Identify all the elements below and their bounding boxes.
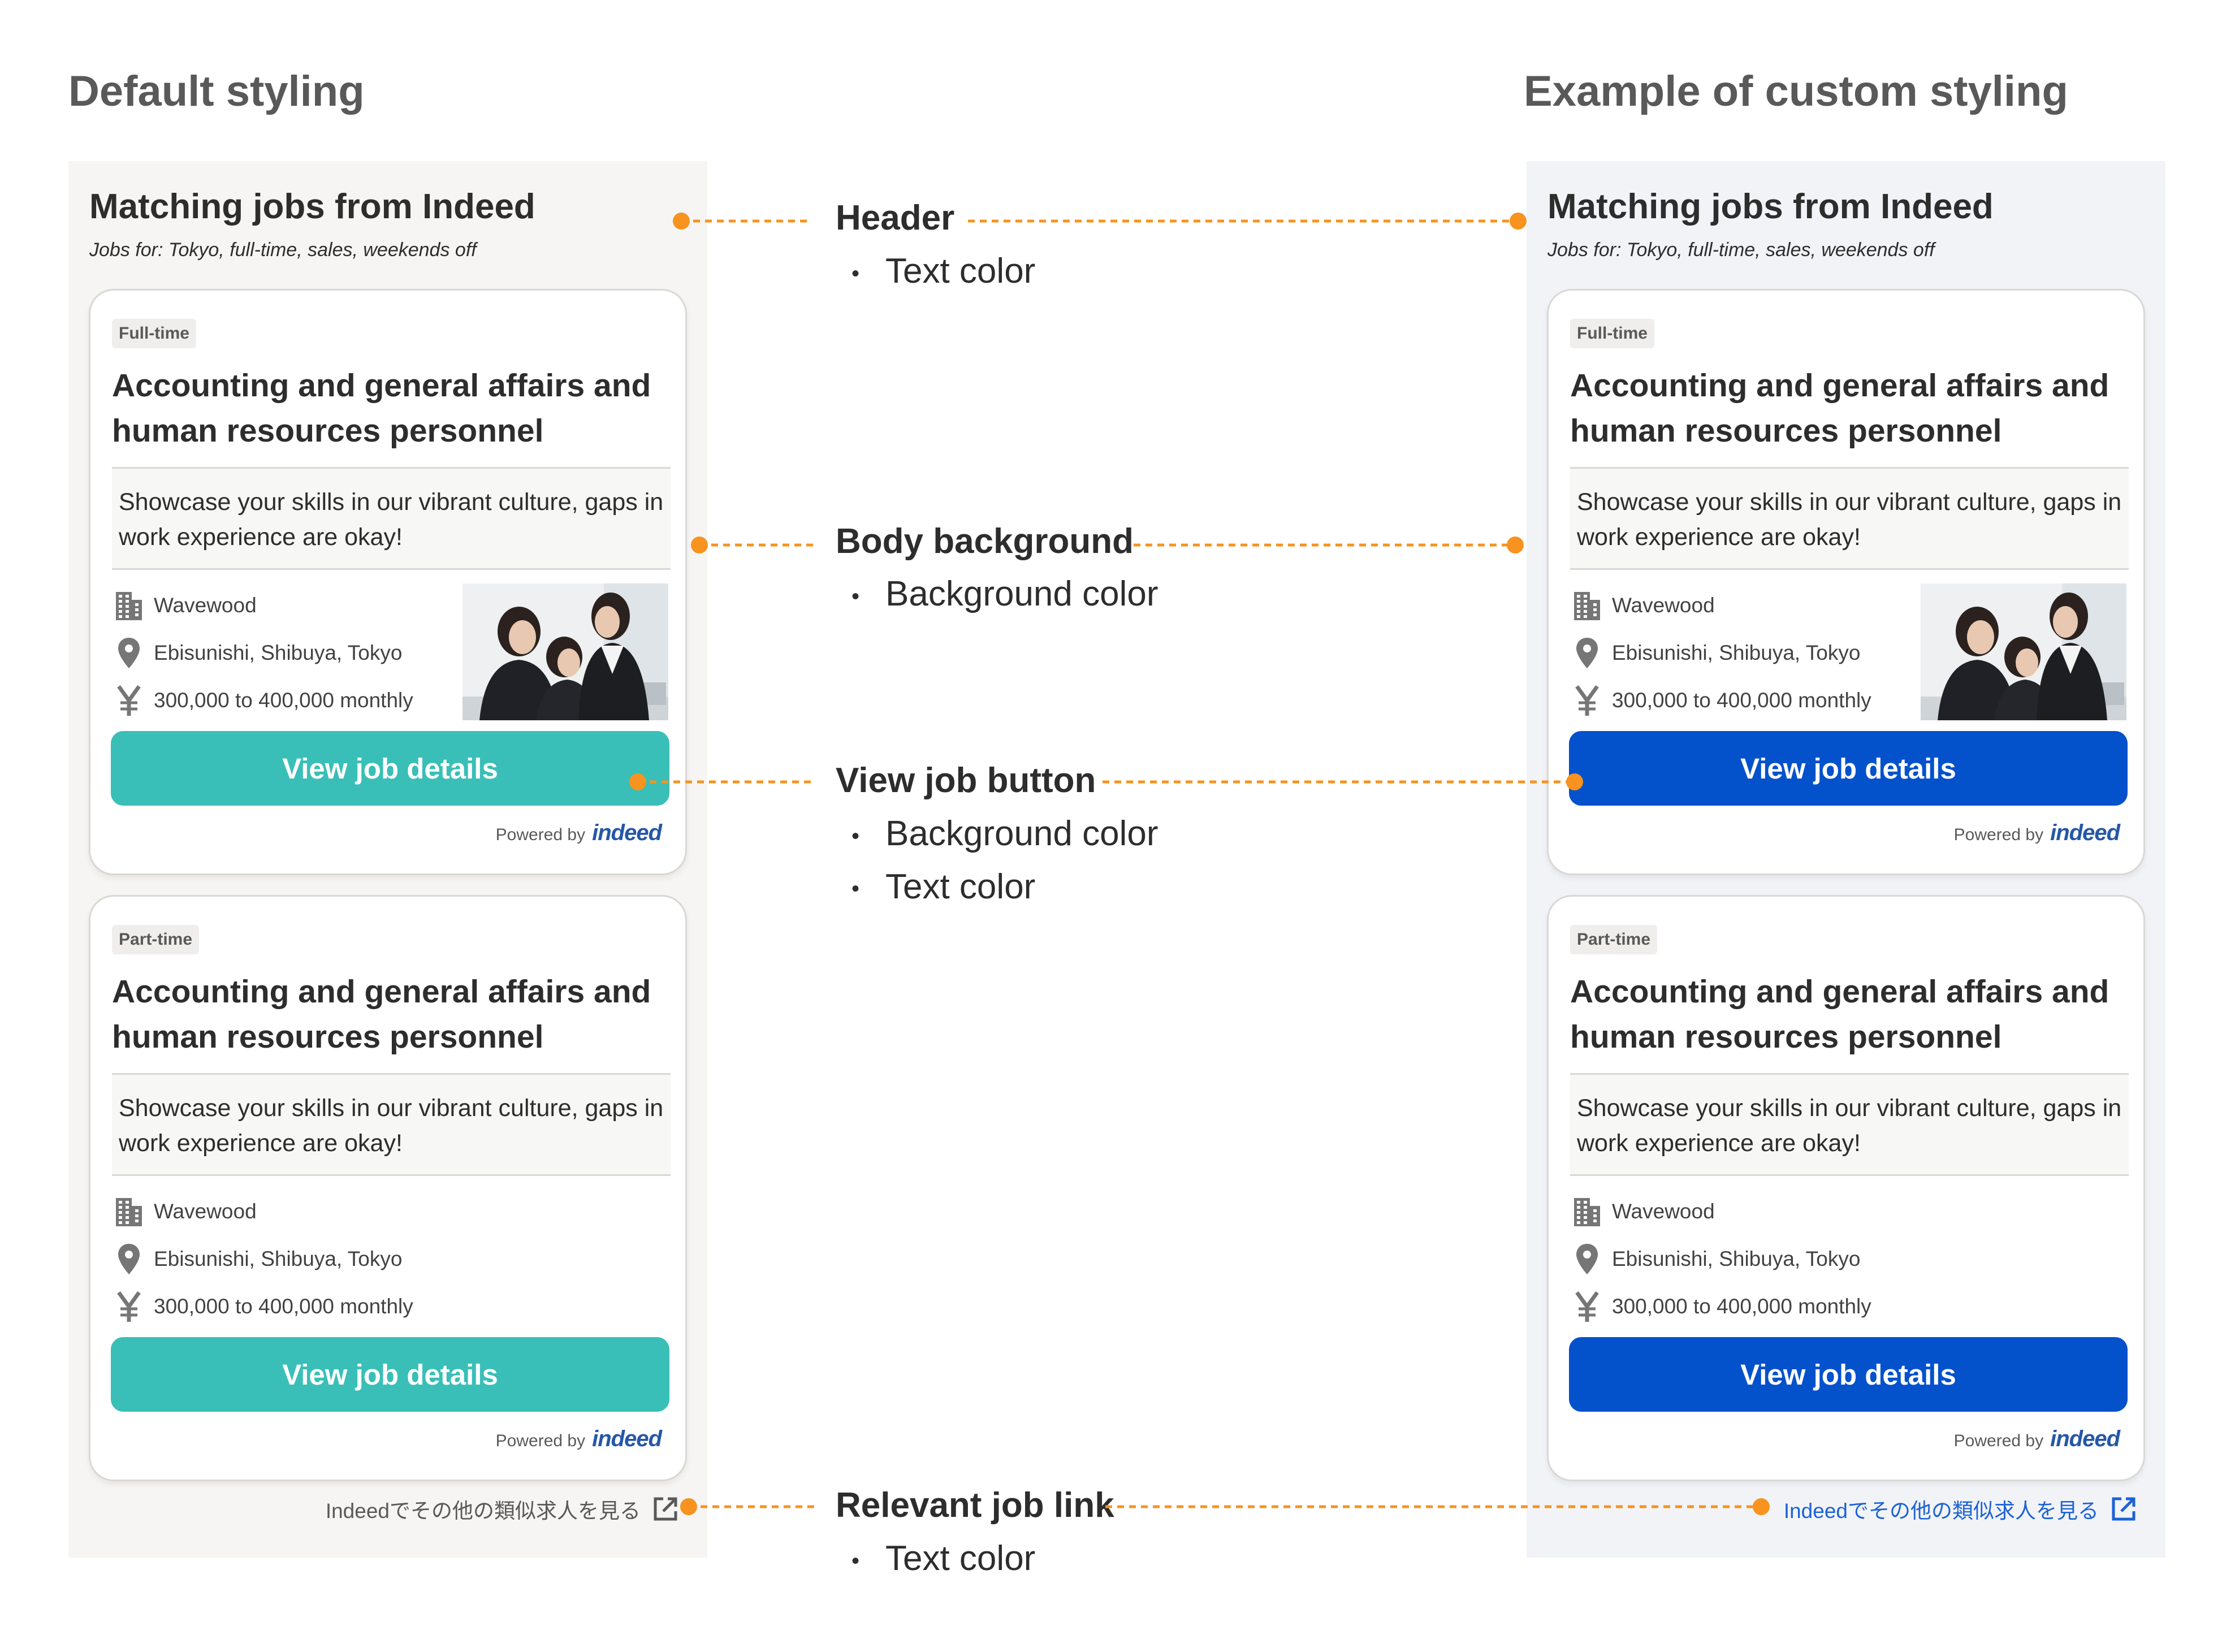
connector-dot — [629, 773, 646, 790]
connector-dot — [673, 213, 690, 230]
connector-dot — [1510, 213, 1527, 230]
connector-dot — [691, 537, 708, 553]
connector-dot — [1753, 1498, 1770, 1515]
connector-dot — [1507, 537, 1524, 553]
connector-dot — [680, 1498, 697, 1515]
annotation-connectors — [629, 213, 1770, 1515]
connector-dot — [1566, 773, 1583, 790]
